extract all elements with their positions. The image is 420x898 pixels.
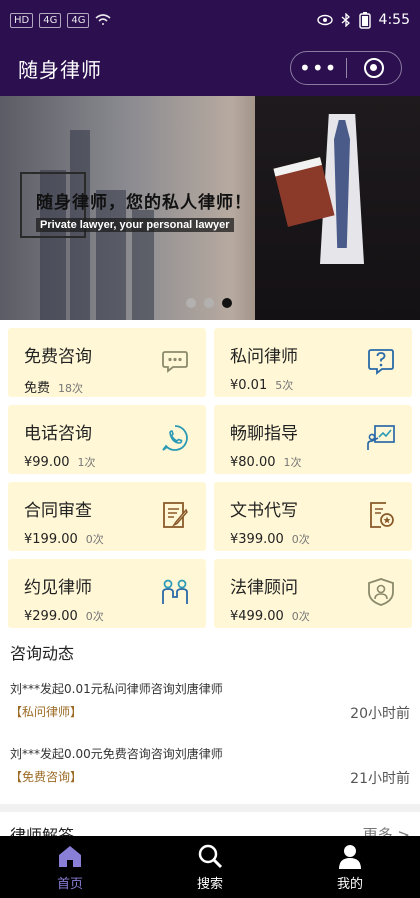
banner-text: 随身律师，您的私人律师！ Private lawyer, your person… xyxy=(36,188,252,232)
search-icon xyxy=(198,844,223,868)
status-left: HD 4G 4G xyxy=(10,12,112,28)
news-meta: 【免费咨询】 21小时前 xyxy=(10,768,410,788)
carousel-dot[interactable] xyxy=(204,298,214,308)
service-price-row: ¥199.00 0次 xyxy=(24,531,206,547)
home-icon xyxy=(59,845,81,867)
consult-news-section: 咨询动态 刘***发起0.01元私问律师咨询刘唐律师 【私问律师】 20小时前 … xyxy=(0,628,420,788)
carousel-dot-active[interactable] xyxy=(222,298,232,308)
service-price-row: 免费 18次 xyxy=(24,377,206,396)
bluetooth-icon xyxy=(341,13,350,27)
network-badge-2: 4G xyxy=(67,12,90,28)
banner-subtitle: Private lawyer, your personal lawyer xyxy=(36,218,234,232)
news-time: 21小时前 xyxy=(350,771,410,787)
news-text: 刘***发起0.00元免费咨询咨询刘唐律师 xyxy=(10,747,223,761)
service-price-row: ¥99.00 1次 xyxy=(24,454,206,470)
hd-badge: HD xyxy=(10,12,34,28)
service-price: ¥299.00 xyxy=(24,609,78,624)
banner-carousel[interactable]: 随身律师，您的私人律师！ Private lawyer, your person… xyxy=(0,96,420,320)
status-right: 4:55 xyxy=(316,11,410,29)
service-card-free-consult[interactable]: 免费咨询 免费 18次 xyxy=(8,328,206,397)
chat-bubble-icon xyxy=(162,351,188,373)
service-count: 1次 xyxy=(283,456,302,469)
book-shape xyxy=(273,157,335,227)
status-time: 4:55 xyxy=(378,12,410,28)
service-price: ¥80.00 xyxy=(230,455,276,470)
status-bar: HD 4G 4G 4:55 xyxy=(0,0,420,40)
news-item[interactable]: 刘***发起0.01元私问律师咨询刘唐律师 【私问律师】 20小时前 xyxy=(10,680,410,723)
tab-home[interactable]: 首页 xyxy=(0,836,140,898)
service-count: 1次 xyxy=(77,456,96,469)
service-price: ¥499.00 xyxy=(230,609,284,624)
tab-search[interactable]: 搜索 xyxy=(140,836,280,898)
service-count: 0次 xyxy=(291,533,310,546)
service-card-legal-advisor[interactable]: 法律顾问 ¥499.00 0次 xyxy=(214,559,412,628)
service-price-row: ¥80.00 1次 xyxy=(230,454,412,470)
tab-label: 搜索 xyxy=(196,876,223,892)
service-price: ¥199.00 xyxy=(24,532,78,547)
news-tag: 【免费咨询】 xyxy=(10,770,83,784)
user-icon xyxy=(339,844,361,869)
target-icon xyxy=(363,58,384,78)
document-seal-icon xyxy=(370,502,394,528)
service-grid: 免费咨询 免费 18次 私问律师 ¥0.01 5次 电话咨询 ¥99.00 1次… xyxy=(0,320,420,628)
bottom-tab-bar: 首页 搜索 我的 xyxy=(0,836,420,898)
service-price-row: ¥499.00 0次 xyxy=(230,608,412,624)
service-price-row: ¥399.00 0次 xyxy=(230,531,412,547)
service-price: 免费 xyxy=(24,381,51,396)
meeting-people-icon xyxy=(162,579,188,604)
service-count: 0次 xyxy=(291,610,310,623)
news-item[interactable]: 刘***发起0.00元免费咨询咨询刘唐律师 【免费咨询】 21小时前 xyxy=(10,745,410,788)
lawyer-figure xyxy=(255,96,420,320)
close-miniprogram-button[interactable] xyxy=(347,58,402,78)
tab-label: 首页 xyxy=(56,876,83,892)
shield-person-icon xyxy=(368,578,394,606)
phone-icon xyxy=(162,425,188,451)
teacher-board-icon xyxy=(367,425,395,450)
service-price-row: ¥299.00 0次 xyxy=(24,608,206,624)
news-meta: 【私问律师】 20小时前 xyxy=(10,703,410,723)
service-card-meet-lawyer[interactable]: 约见律师 ¥299.00 0次 xyxy=(8,559,206,628)
news-tag: 【私问律师】 xyxy=(10,705,83,719)
contract-pen-icon xyxy=(163,502,188,528)
service-price: ¥399.00 xyxy=(230,532,284,547)
service-price: ¥99.00 xyxy=(24,455,70,470)
service-card-document-writing[interactable]: 文书代写 ¥399.00 0次 xyxy=(214,482,412,551)
service-count: 5次 xyxy=(275,379,294,392)
service-card-private-lawyer[interactable]: 私问律师 ¥0.01 5次 xyxy=(214,328,412,397)
tab-profile[interactable]: 我的 xyxy=(280,836,420,898)
service-count: 0次 xyxy=(85,533,104,546)
news-time: 20小时前 xyxy=(350,706,410,722)
app-header: 随身律师 ••• xyxy=(0,40,420,96)
eye-icon xyxy=(316,14,333,26)
question-icon xyxy=(368,349,394,375)
banner-title: 随身律师，您的私人律师！ xyxy=(36,193,252,213)
tab-label: 我的 xyxy=(336,876,363,892)
more-button[interactable]: ••• xyxy=(291,53,346,83)
carousel-dot[interactable] xyxy=(186,298,196,308)
service-card-phone-consult[interactable]: 电话咨询 ¥99.00 1次 xyxy=(8,405,206,474)
service-card-contract-review[interactable]: 合同审查 ¥199.00 0次 xyxy=(8,482,206,551)
miniprogram-capsule: ••• xyxy=(290,51,402,85)
page-title: 随身律师 xyxy=(18,57,102,82)
carousel-dots xyxy=(186,298,232,308)
news-text: 刘***发起0.01元私问律师咨询刘唐律师 xyxy=(10,682,223,696)
consult-news-title: 咨询动态 xyxy=(10,644,75,663)
service-count: 0次 xyxy=(85,610,104,623)
wifi-icon xyxy=(95,14,112,25)
battery-icon xyxy=(358,12,371,29)
service-price-row: ¥0.01 5次 xyxy=(230,377,412,393)
network-badge: 4G xyxy=(39,12,62,28)
service-card-chat-guide[interactable]: 畅聊指导 ¥80.00 1次 xyxy=(214,405,412,474)
service-count: 18次 xyxy=(58,382,84,395)
section-divider xyxy=(0,804,420,812)
service-price: ¥0.01 xyxy=(230,378,268,393)
